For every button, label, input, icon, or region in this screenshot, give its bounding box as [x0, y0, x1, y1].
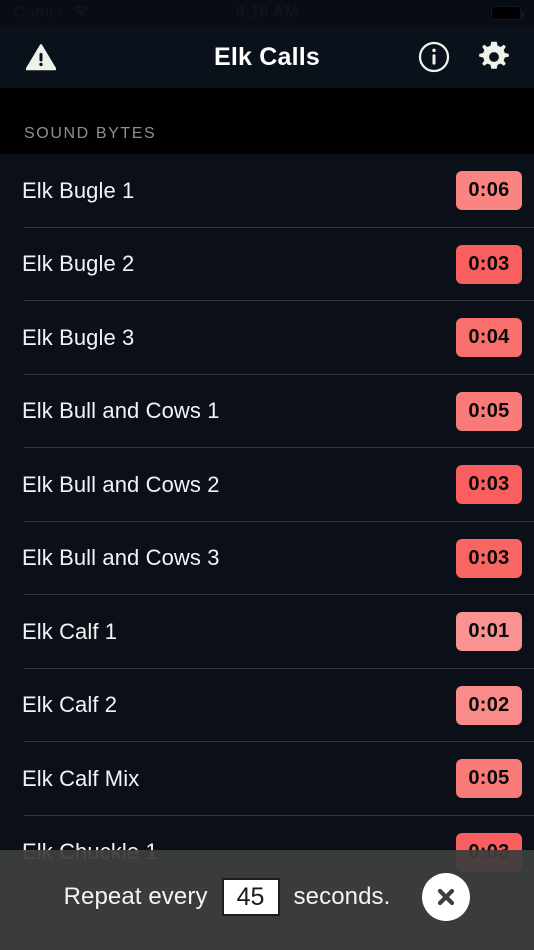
battery-icon	[491, 6, 525, 20]
duration-badge: 0:06	[456, 171, 522, 211]
gear-icon[interactable]	[472, 35, 516, 79]
repeat-bar: Repeat every seconds.	[0, 850, 534, 950]
repeat-suffix-label: seconds.	[293, 883, 391, 910]
repeat-prefix-label: Repeat every	[63, 883, 208, 910]
list-item-title: Elk Bull and Cows 1	[22, 398, 220, 424]
list-item-title: Elk Bull and Cows 3	[22, 545, 220, 571]
app-root: Carrier 8:18 AM Elk Calls SOUND BYTES El…	[0, 0, 534, 950]
list-item[interactable]: Elk Bugle 2 0:03	[0, 227, 534, 301]
list-item-title: Elk Bugle 3	[22, 324, 135, 350]
list-item[interactable]: Elk Bugle 1 0:06	[0, 154, 534, 228]
duration-badge: 0:02	[456, 685, 522, 725]
list-item[interactable]: Elk Calf 1 0:01	[0, 595, 534, 669]
status-bar: Carrier 8:18 AM	[0, 0, 534, 26]
list-item[interactable]: Elk Calf 2 0:02	[0, 668, 534, 742]
duration-badge: 0:03	[456, 538, 522, 578]
list-item[interactable]: Elk Bull and Cows 3 0:03	[0, 521, 534, 595]
close-x-icon[interactable]	[422, 873, 471, 921]
repeat-interval-input[interactable]	[221, 878, 280, 916]
duration-badge: 0:05	[456, 391, 522, 431]
list-item-title: Elk Bugle 1	[22, 177, 135, 203]
list-item[interactable]: Elk Bugle 3 0:04	[0, 301, 534, 375]
list-item[interactable]: Elk Bull and Cows 1 0:05	[0, 374, 534, 448]
duration-badge: 0:04	[456, 318, 522, 358]
section-header-label: SOUND BYTES	[24, 125, 157, 142]
list-item[interactable]: Elk Bull and Cows 2 0:03	[0, 448, 534, 522]
duration-badge: 0:03	[456, 244, 522, 284]
battery-fill	[492, 7, 520, 19]
duration-badge: 0:01	[456, 612, 522, 652]
sound-bytes-list[interactable]: Elk Bugle 1 0:06 Elk Bugle 2 0:03 Elk Bugle …	[0, 154, 534, 950]
status-bar-time: 8:18 AM	[235, 4, 299, 21]
duration-badge: 0:03	[456, 465, 522, 505]
list-item[interactable]: Elk Calf Mix 0:05	[0, 742, 534, 816]
section-header: SOUND BYTES	[0, 88, 534, 154]
list-item-title: Elk Calf 1	[22, 618, 118, 644]
list-item-title: Elk Calf 2	[22, 692, 118, 718]
info-circle-icon[interactable]	[412, 35, 456, 79]
status-bar-right	[491, 0, 525, 26]
repeat-bar-inner: Repeat every seconds.	[64, 873, 471, 921]
list-item-title: Elk Bugle 2	[22, 251, 135, 277]
list-item-title: Elk Bull and Cows 2	[22, 471, 220, 497]
list-item-title: Elk Calf Mix	[22, 765, 140, 791]
navigation-bar: Elk Calls	[0, 26, 534, 88]
duration-badge: 0:05	[456, 759, 522, 799]
